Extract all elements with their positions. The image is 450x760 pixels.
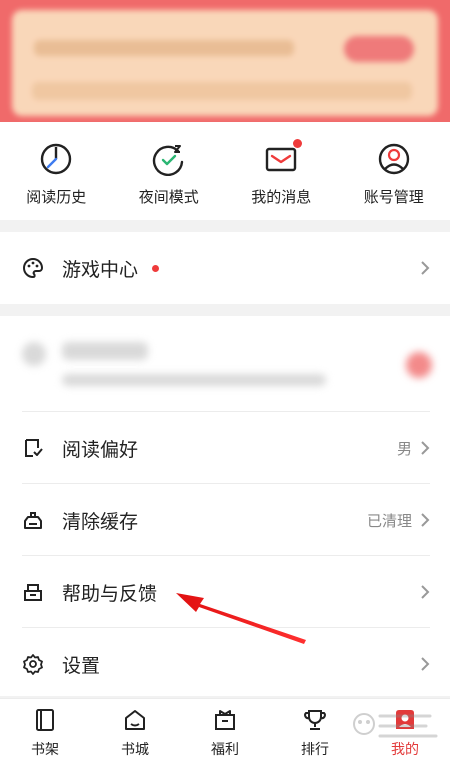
- reading-preference-icon: [22, 437, 44, 459]
- reading-history-icon: [39, 142, 73, 176]
- trophy-icon: [304, 710, 326, 730]
- menu-item-settings[interactable]: 设置: [0, 628, 450, 700]
- settings-menu: 阅读偏好 男 清除缓存 已清理 帮助与反馈 设置: [0, 316, 450, 696]
- game-center-dot: [152, 264, 160, 272]
- tab-label: 排行: [301, 742, 329, 758]
- night-mode-icon: [152, 142, 186, 177]
- tab-welfare[interactable]: 福利: [180, 699, 270, 760]
- quick-account[interactable]: 账号管理: [338, 122, 450, 220]
- chevron-right-icon: [421, 441, 430, 455]
- tab-bookshelf[interactable]: 书架: [0, 699, 90, 760]
- quick-label: 我的消息: [251, 188, 312, 206]
- account-icon: [377, 142, 411, 176]
- gear-icon: [22, 653, 44, 675]
- watermark-logo: [353, 713, 438, 738]
- game-center-row[interactable]: 游戏中心: [0, 232, 450, 304]
- menu-item-clear-cache[interactable]: 清除缓存 已清理: [0, 484, 450, 556]
- tab-label: 书架: [31, 742, 59, 758]
- bookshelf-icon: [36, 709, 54, 731]
- message-icon: [264, 139, 303, 176]
- chevron-right-icon: [421, 585, 430, 599]
- unread-dot: [293, 139, 303, 148]
- chevron-right-icon: [421, 657, 430, 671]
- quick-actions: 阅读历史 夜间模式 我的消息 账号管理: [0, 122, 450, 220]
- help-feedback-icon: [22, 581, 44, 603]
- menu-item-help-feedback[interactable]: 帮助与反馈: [0, 556, 450, 628]
- quick-label: 阅读历史: [26, 188, 87, 206]
- quick-reading-history[interactable]: 阅读历史: [0, 122, 113, 220]
- tab-label: 福利: [211, 742, 239, 758]
- chevron-right-icon: [421, 261, 430, 275]
- chevron-right-icon: [421, 513, 430, 527]
- cache-status: 已清理: [366, 511, 412, 530]
- menu-label: 阅读偏好: [62, 438, 139, 461]
- quick-messages[interactable]: 我的消息: [225, 122, 338, 220]
- menu-item-reading-preference[interactable]: 阅读偏好 男: [0, 412, 450, 484]
- vip-banner[interactable]: [0, 0, 450, 122]
- game-palette-icon: [22, 257, 44, 279]
- blurred-row[interactable]: [0, 316, 450, 412]
- tab-bookstore[interactable]: 书城: [90, 699, 180, 760]
- game-center-section: 游戏中心: [0, 232, 450, 304]
- clear-cache-icon: [22, 509, 44, 531]
- tab-label: 书城: [121, 742, 149, 758]
- welfare-icon: [215, 710, 235, 730]
- quick-label: 夜间模式: [138, 188, 199, 206]
- bookstore-icon: [125, 710, 145, 730]
- quick-label: 账号管理: [363, 188, 424, 206]
- reading-preference-value: 男: [396, 439, 412, 458]
- menu-label: 设置: [62, 654, 101, 677]
- menu-label: 帮助与反馈: [62, 582, 158, 605]
- quick-night-mode[interactable]: 夜间模式: [113, 122, 226, 220]
- blurred-banner-card: [12, 10, 438, 116]
- menu-label: 清除缓存: [62, 510, 139, 533]
- game-center-label: 游戏中心: [62, 258, 139, 281]
